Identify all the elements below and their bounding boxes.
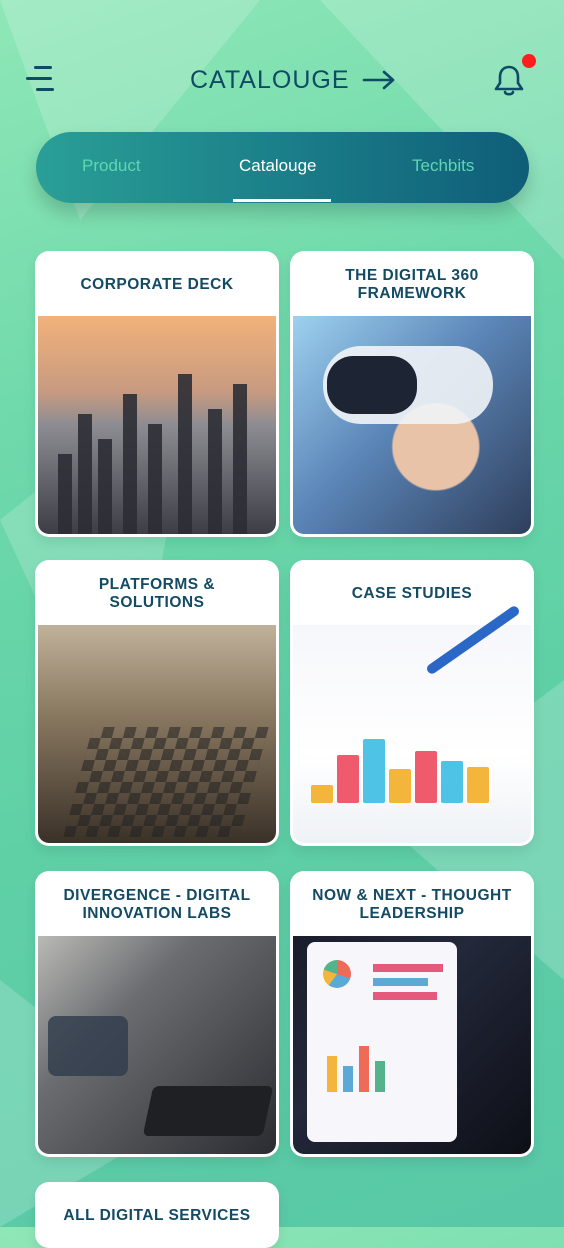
page-title: CATALOUGE (190, 65, 350, 94)
office-laptop-image (38, 936, 276, 1154)
card-title: CORPORATE DECK (80, 276, 234, 293)
header-title-group[interactable]: CATALOUGE (190, 62, 398, 98)
card-corporate-deck[interactable]: CORPORATE DECK (35, 251, 279, 537)
city-skyline-image (38, 316, 276, 534)
chess-image (38, 625, 276, 843)
card-case-studies[interactable]: CASE STUDIES (290, 560, 534, 846)
card-now-next-thought-leadership[interactable]: NOW & NEXT - THOUGHT LEADERSHIP (290, 871, 534, 1157)
arrow-right-icon (362, 70, 394, 90)
card-title: THE DIGITAL 360 FRAMEWORK (345, 267, 479, 302)
chart-image (293, 604, 531, 843)
segmented-tabs: Product Catalouge Techbits (36, 132, 529, 203)
tablet-charts-image (293, 936, 531, 1154)
card-title: DIVERGENCE - DIGITAL INNOVATION LABS (63, 887, 251, 922)
card-all-digital-services[interactable]: ALL DIGITAL SERVICES (35, 1182, 279, 1248)
menu-icon[interactable] (26, 64, 60, 94)
notification-dot (522, 54, 536, 68)
vr-headset-image (293, 316, 531, 534)
tab-product[interactable]: Product (82, 156, 141, 176)
card-platforms-solutions[interactable]: PLATFORMS & SOLUTIONS (35, 560, 279, 846)
card-title: CASE STUDIES (351, 585, 473, 602)
card-title: ALL DIGITAL SERVICES (63, 1207, 251, 1224)
card-title: NOW & NEXT - THOUGHT LEADERSHIP (312, 887, 512, 922)
card-digital-360-framework[interactable]: THE DIGITAL 360 FRAMEWORK (290, 251, 534, 537)
active-tab-indicator (233, 199, 331, 202)
tab-techbits[interactable]: Techbits (412, 156, 474, 176)
card-divergence-digital-innovation-labs[interactable]: DIVERGENCE - DIGITAL INNOVATION LABS (35, 871, 279, 1157)
bell-icon[interactable] (492, 62, 526, 98)
tab-catalouge[interactable]: Catalouge (239, 156, 317, 176)
card-title: PLATFORMS & SOLUTIONS (98, 576, 216, 611)
